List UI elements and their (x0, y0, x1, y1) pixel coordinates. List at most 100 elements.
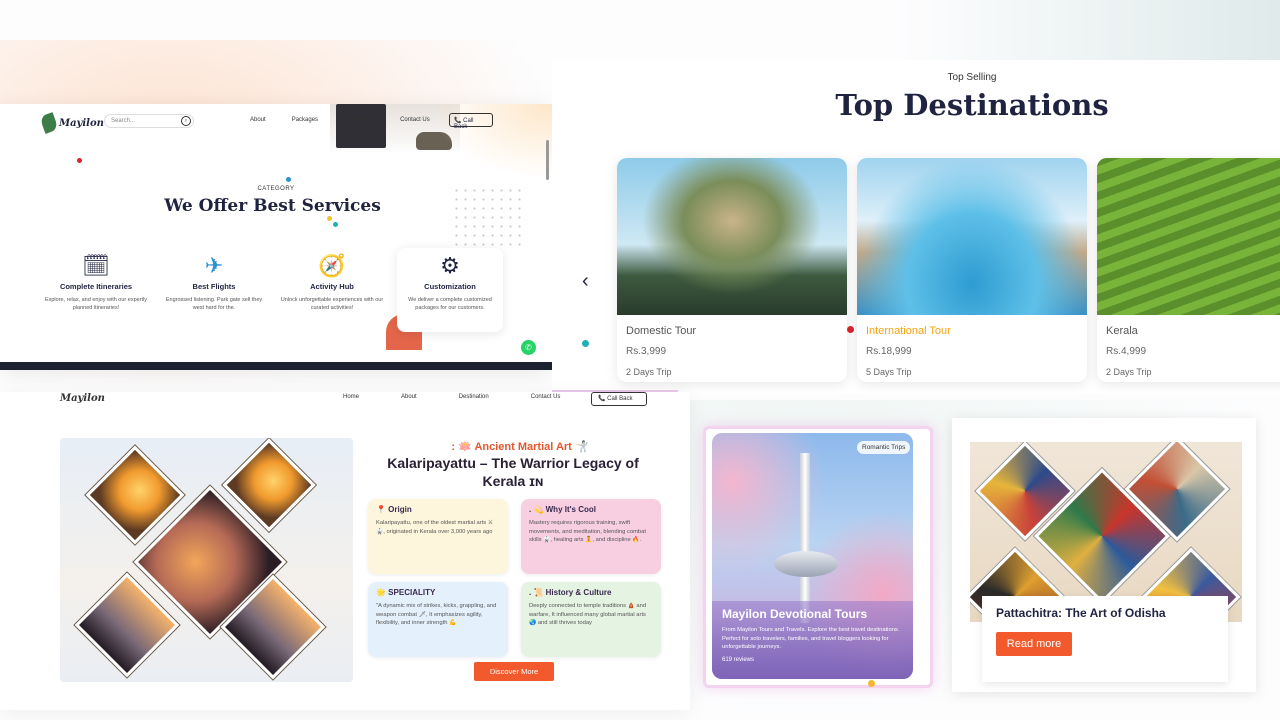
martial-art-collage (60, 438, 353, 682)
navbar: Mayilon Home About Destination Contact U… (0, 392, 690, 412)
destination-image (1097, 158, 1280, 315)
service-desc: We deliver a complete customized package… (408, 297, 492, 311)
nav-packages[interactable]: Packages (292, 117, 318, 123)
discover-more-button[interactable]: Discover More (474, 662, 554, 681)
category-tag[interactable]: Romantic Trips (857, 441, 911, 454)
destinations-panel: Top Selling Top Destinations ‹ Domestic … (552, 60, 1280, 394)
box-heading: 🌟 SPECIALITY (376, 588, 436, 597)
destination-name: International Tour (866, 325, 951, 337)
kalari-panel: Mayilon Home About Destination Contact U… (0, 392, 690, 710)
search-icon[interactable]: ⌕ (181, 116, 191, 126)
service-title: Best Flights (192, 282, 236, 291)
search-input[interactable]: Search... ⌕ (104, 114, 194, 128)
info-box-origin: 📍 Origin Kalaripayattu, one of the oldes… (368, 499, 508, 574)
pattachitra-artwork (970, 442, 1242, 622)
gear-icon: ⚙ (440, 253, 460, 278)
dot-grid-decor (452, 186, 522, 246)
box-heading: . 📜 History & Culture (529, 588, 612, 597)
navbar: Mayilon Search... ⌕ About Packages Desti… (0, 112, 552, 138)
destination-name: Kerala (1106, 325, 1138, 337)
box-text: Deeply connected to temple traditions 🛕 … (529, 603, 647, 626)
nav-contact[interactable]: Contact Us (400, 117, 430, 123)
decor-dot (582, 340, 589, 347)
service-flights[interactable]: ✈ Best Flights Engrossed listening. Park… (161, 252, 267, 312)
destination-duration: 5 Days Trip (866, 367, 912, 377)
decor-dot (847, 326, 854, 333)
section-category: CATEGORY (257, 186, 295, 192)
card-overlay: Mayilon Devotional Tours From Mayilon To… (712, 601, 913, 679)
section-kicker: : 🪷 Ancient Martial Art 🤺 (451, 441, 589, 453)
info-box-speciality: 🌟 SPECIALITY "A dynamic mix of strikes, … (368, 582, 508, 657)
decor-dot (327, 216, 332, 221)
box-text: Kalaripayattu, one of the oldest martial… (376, 520, 494, 535)
nav-destination[interactable]: Destination (459, 394, 489, 400)
service-desc: Explore, relax, and enjoy with our exper… (44, 297, 148, 311)
read-more-button[interactable]: Read more (996, 632, 1072, 656)
nav-menu: About Packages Destination Contact Us (250, 117, 430, 123)
destination-card[interactable]: Domestic Tour Rs.3,999 2 Days Trip (617, 158, 847, 382)
search-placeholder: Search... (111, 118, 136, 124)
destination-image (617, 158, 847, 315)
pattachitra-card: Pattachitra: The Art of Odisha Read more (952, 418, 1256, 692)
card-desc: From Mayilon Tours and Travels. Explore … (722, 627, 900, 650)
service-itineraries[interactable]: 🗓 Complete Itineraries Explore, relax, a… (43, 252, 149, 312)
nav-about[interactable]: About (250, 117, 266, 123)
logo-text[interactable]: Mayilon (60, 393, 105, 404)
carousel-prev-button[interactable]: ‹ (582, 270, 589, 293)
tower-shape (800, 453, 810, 623)
peacock-logo-icon (39, 112, 59, 134)
destination-price: Rs.3,999 (626, 346, 667, 357)
destination-price: Rs.18,999 (866, 346, 912, 357)
box-heading: 📍 Origin (376, 505, 412, 514)
info-box-why: . 💫 Why It's Cool Mastery requires rigor… (521, 499, 661, 574)
nav-destination[interactable]: Destination (344, 117, 374, 123)
section-title: Kalaripayattu – The Warrior Legacy of Ke… (387, 455, 639, 489)
article-title: Pattachitra: The Art of Odisha (996, 606, 1166, 620)
destination-image (857, 158, 1087, 315)
call-back-button[interactable]: 📞 Call Back (449, 113, 493, 130)
service-title: Customization (424, 282, 476, 291)
decor-dot (286, 177, 291, 182)
whatsapp-icon[interactable]: ✆ (521, 340, 536, 355)
map-pin-icon: 🧭 (318, 253, 346, 278)
nav-home[interactable]: Home (343, 394, 359, 400)
nav-about[interactable]: About (401, 394, 417, 400)
box-heading: . 💫 Why It's Cool (529, 505, 596, 514)
service-activity[interactable]: 🧭 Activity Hub Unlock unforgettable expe… (279, 252, 385, 312)
card-title: Mayilon Devotional Tours (722, 607, 868, 621)
call-back-button[interactable]: 📞 Call Back (591, 392, 647, 406)
nav-contact[interactable]: Contact Us (531, 394, 561, 400)
decor-dot (333, 222, 338, 227)
service-desc: Engrossed listening. Park gate sell they… (165, 297, 263, 311)
decor-dot (77, 158, 82, 163)
service-title: Complete Itineraries (59, 282, 133, 291)
service-title: Activity Hub (310, 282, 354, 291)
devotional-card[interactable]: Romantic Trips Mayilon Devotional Tours … (703, 426, 933, 688)
plane-icon: ✈ (204, 253, 224, 278)
scrollbar[interactable] (546, 140, 549, 180)
section-subtitle: Top Selling (947, 72, 997, 83)
logo-text: Mayilon (59, 117, 104, 129)
service-desc: Unlock unforgettable experiences with ou… (280, 297, 384, 311)
tower-image: Romantic Trips Mayilon Devotional Tours … (712, 433, 913, 679)
nav-menu: Home About Destination Contact Us (343, 394, 560, 400)
services-panel: Mayilon Search... ⌕ About Packages Desti… (0, 104, 552, 370)
destination-card[interactable]: International Tour Rs.18,999 5 Days Trip (857, 158, 1087, 382)
destination-price: Rs.4,999 (1106, 346, 1147, 357)
service-customization[interactable]: ⚙ Customization We deliver a complete cu… (397, 248, 503, 332)
destination-name: Domestic Tour (626, 325, 697, 337)
destination-card[interactable]: Kerala Rs.4,999 2 Days Trip (1097, 158, 1280, 382)
taskbar (0, 362, 552, 364)
article-info: Pattachitra: The Art of Odisha Read more (982, 596, 1228, 682)
decor-dot (868, 680, 875, 687)
destination-duration: 2 Days Trip (626, 367, 672, 377)
info-box-history: . 📜 History & Culture Deeply connected t… (521, 582, 661, 657)
review-count: 619 reviews (722, 656, 755, 663)
section-title: We Offer Best Services (164, 196, 381, 216)
box-text: Mastery requires rigorous training, swif… (529, 520, 646, 543)
box-text: "A dynamic mix of strikes, kicks, grappl… (376, 603, 497, 626)
calendar-icon: 🗓 (82, 253, 110, 278)
destination-duration: 2 Days Trip (1106, 367, 1152, 377)
logo[interactable]: Mayilon (39, 112, 104, 134)
section-title: Top Destinations (835, 88, 1109, 122)
